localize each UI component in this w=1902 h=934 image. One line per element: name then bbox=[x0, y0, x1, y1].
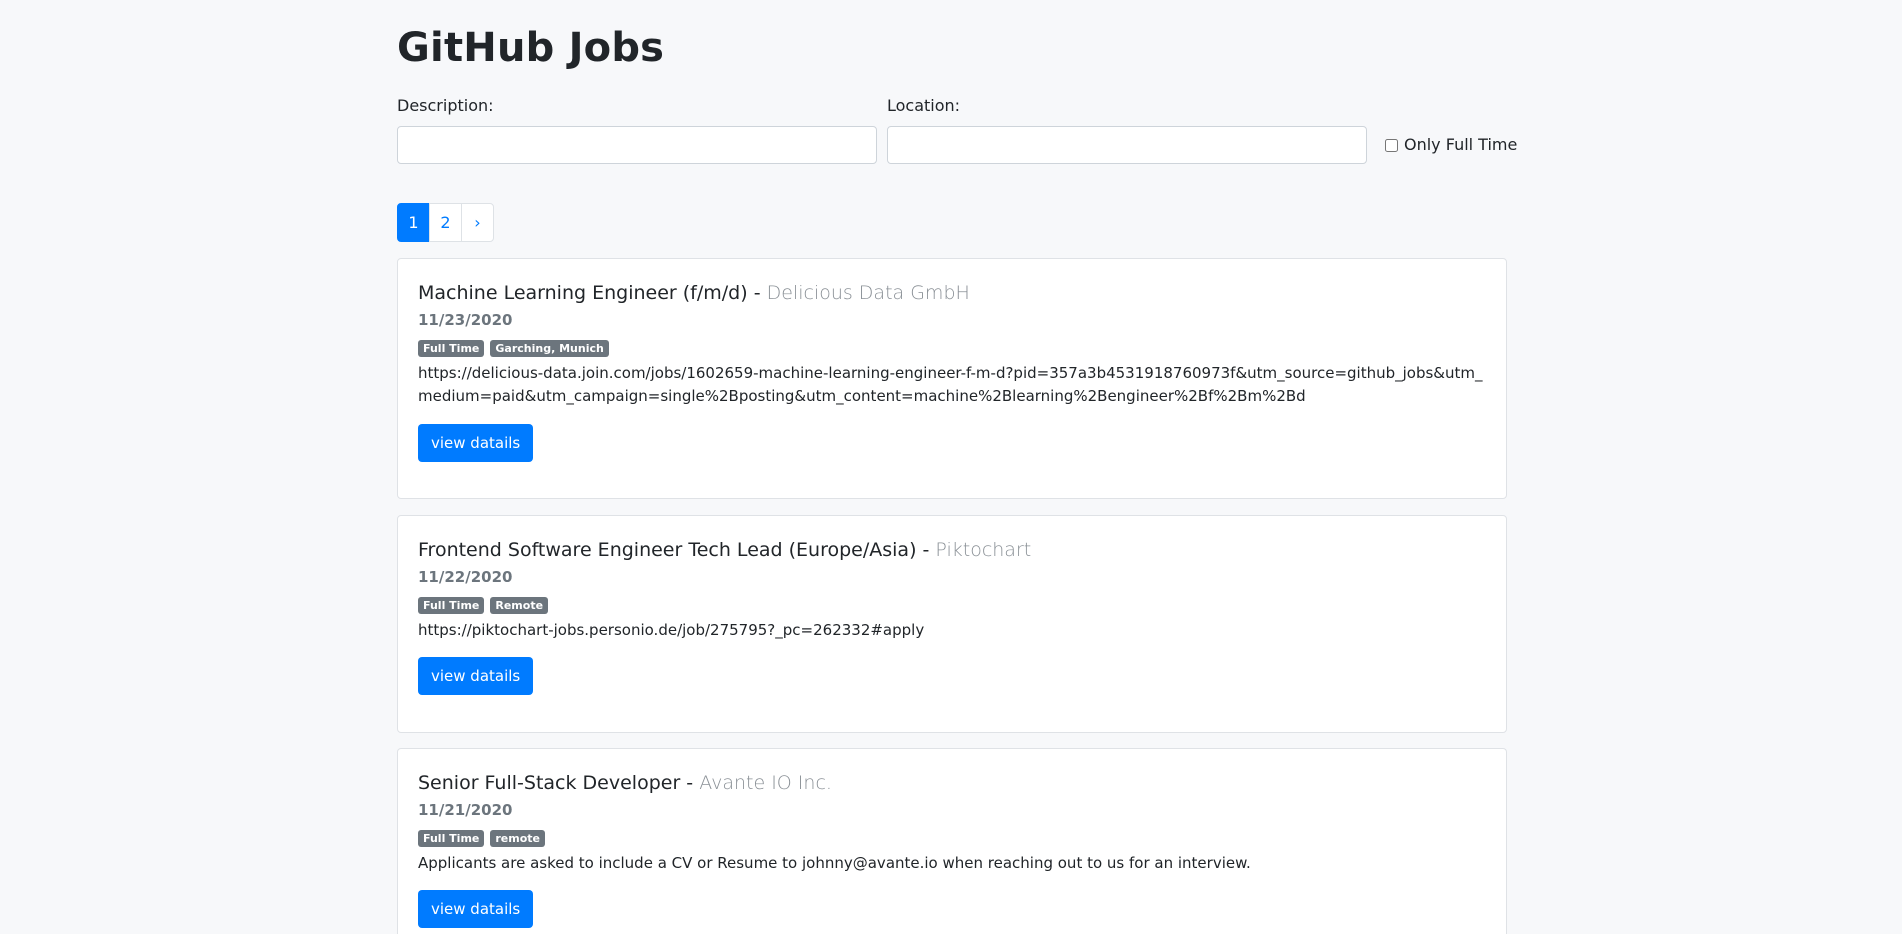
job-description: https://delicious-data.join.com/jobs/160… bbox=[418, 364, 1483, 405]
title-separator: - bbox=[747, 282, 767, 304]
company-name: Avante IO Inc. bbox=[699, 772, 832, 794]
search-form: Description: Location: Only Full Time bbox=[397, 95, 1517, 165]
job-title-text: Senior Full-Stack Developer bbox=[418, 772, 681, 794]
job-badges: Full Time Garching, Munich bbox=[418, 340, 609, 357]
page-title: GitHub Jobs bbox=[397, 25, 665, 71]
job-title: Machine Learning Engineer (f/m/d) - Deli… bbox=[418, 280, 970, 306]
job-title-text: Machine Learning Engineer (f/m/d) bbox=[418, 282, 748, 304]
title-separator: - bbox=[680, 772, 700, 794]
description-input[interactable] bbox=[397, 126, 877, 164]
full-time-filter: Only Full Time bbox=[1385, 135, 1517, 155]
pagination: 1 2 › bbox=[397, 203, 494, 242]
company-name: Piktochart bbox=[935, 539, 1032, 561]
job-description: https://piktochart-jobs.personio.de/job/… bbox=[418, 621, 925, 639]
view-details-button[interactable]: view datails bbox=[418, 424, 534, 462]
page-next-link[interactable]: › bbox=[461, 203, 494, 242]
job-type-badge: Full Time bbox=[418, 597, 485, 614]
job-badges: Full Time Remote bbox=[418, 597, 549, 614]
full-time-label[interactable]: Only Full Time bbox=[1404, 135, 1517, 155]
job-type-badge: Full Time bbox=[418, 340, 485, 357]
job-card: Senior Full-Stack Developer - Avante IO … bbox=[397, 748, 1507, 934]
job-date: 11/23/2020 bbox=[418, 311, 513, 329]
job-date: 11/22/2020 bbox=[418, 568, 513, 586]
description-label: Description: bbox=[397, 96, 494, 115]
job-card: Frontend Software Engineer Tech Lead (Eu… bbox=[397, 515, 1507, 733]
job-type-badge: Full Time bbox=[418, 830, 485, 847]
job-title-text: Frontend Software Engineer Tech Lead (Eu… bbox=[418, 539, 917, 561]
location-label: Location: bbox=[887, 96, 961, 115]
company-name: Delicious Data GmbH bbox=[766, 282, 970, 304]
location-input[interactable] bbox=[887, 126, 1367, 164]
job-date: 11/21/2020 bbox=[418, 801, 513, 819]
page-link-2[interactable]: 2 bbox=[429, 203, 462, 242]
location-badge: Garching, Munich bbox=[490, 340, 609, 357]
location-badge: remote bbox=[490, 830, 545, 847]
page-link-1[interactable]: 1 bbox=[397, 203, 430, 242]
location-badge: Remote bbox=[490, 597, 549, 614]
job-badges: Full Time remote bbox=[418, 830, 545, 847]
full-time-checkbox[interactable] bbox=[1385, 138, 1398, 152]
view-details-button[interactable]: view datails bbox=[418, 657, 534, 695]
title-separator: - bbox=[916, 539, 936, 561]
job-card: Machine Learning Engineer (f/m/d) - Deli… bbox=[397, 258, 1507, 499]
job-title: Senior Full-Stack Developer - Avante IO … bbox=[418, 770, 832, 796]
job-description: Applicants are asked to include a CV or … bbox=[418, 854, 1251, 872]
job-title: Frontend Software Engineer Tech Lead (Eu… bbox=[418, 537, 1031, 563]
view-details-button[interactable]: view datails bbox=[418, 890, 534, 928]
